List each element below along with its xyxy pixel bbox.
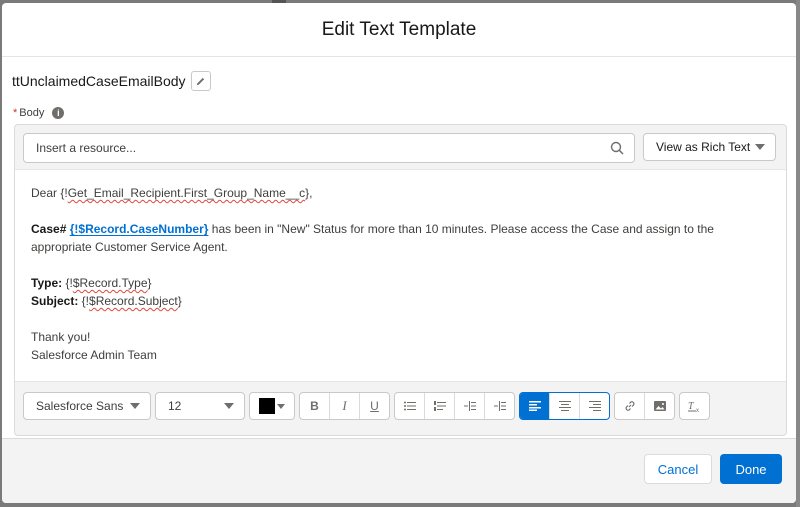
outdent-icon: [493, 401, 506, 411]
modal-body: ttUnclaimedCaseEmailBody * Body i View a…: [2, 57, 796, 439]
font-size-select[interactable]: 12: [155, 392, 245, 420]
formatting-toolbar: Salesforce Sans 12 B I U T x: [23, 391, 714, 421]
closing-line: Thank you!: [31, 330, 91, 344]
font-family-select[interactable]: Salesforce Sans: [23, 392, 151, 420]
resource-search-input[interactable]: [24, 140, 606, 156]
editor-content[interactable]: Dear {!Get_Email_Recipient.First_Group_N…: [15, 169, 786, 382]
info-icon[interactable]: i: [52, 107, 65, 119]
clear-formatting-icon: Tx: [687, 401, 699, 412]
align-left-icon: [528, 401, 541, 411]
text-color-button[interactable]: [249, 392, 295, 420]
svg-text:x: x: [696, 408, 699, 412]
numbered-list-button[interactable]: [425, 393, 455, 419]
align-right-icon: [588, 401, 601, 411]
modal-footer: Cancel Done: [2, 438, 796, 503]
merge-field: $Record.Type: [72, 276, 148, 290]
done-button[interactable]: Done: [720, 454, 782, 484]
align-center-button[interactable]: [550, 393, 580, 419]
image-button[interactable]: [645, 393, 674, 419]
indent-icon: [463, 401, 476, 411]
link-button[interactable]: [615, 393, 645, 419]
modal-header: Edit Text Template: [2, 3, 796, 57]
view-mode-select[interactable]: View as Rich Text: [643, 133, 776, 161]
case-paragraph: Case# {!$Record.CaseNumber} has been in …: [31, 222, 714, 254]
clear-formatting-button[interactable]: Tx: [680, 393, 709, 419]
chevron-down-icon: [130, 403, 140, 409]
pencil-icon: [196, 77, 205, 85]
template-api-name: ttUnclaimedCaseEmailBody: [12, 73, 186, 89]
merge-field: Get_Email_Recipient.First_Group_Name__c: [67, 186, 306, 200]
outdent-button[interactable]: [485, 393, 514, 419]
align-left-button[interactable]: [520, 393, 550, 419]
search-icon[interactable]: [606, 137, 628, 159]
signature-line: Salesforce Admin Team: [31, 348, 157, 362]
insert-group: [614, 392, 675, 420]
underline-button[interactable]: U: [360, 393, 389, 419]
subject-line: Subject: {!$Record.Subject}: [31, 294, 182, 308]
list-group: [394, 392, 515, 420]
edit-name-button[interactable]: [190, 71, 211, 91]
align-right-button[interactable]: [580, 393, 609, 419]
backdrop-edge: [796, 0, 800, 507]
align-center-icon: [558, 401, 571, 411]
chevron-down-icon: [277, 403, 285, 409]
view-mode-value: View as Rich Text: [656, 140, 751, 154]
rich-text-editor: View as Rich Text Dear {!Get_Email_Recip…: [14, 124, 787, 436]
greeting-line: Dear {!Get_Email_Recipient.First_Group_N…: [31, 186, 313, 200]
chevron-down-icon: [755, 144, 765, 150]
cancel-button[interactable]: Cancel: [644, 454, 712, 484]
italic-button[interactable]: I: [330, 393, 360, 419]
template-name-row: ttUnclaimedCaseEmailBody: [12, 71, 211, 91]
resource-search: [23, 133, 635, 163]
merge-field-link[interactable]: {!$Record.CaseNumber}: [70, 222, 209, 236]
edit-text-template-modal: Edit Text Template ttUnclaimedCaseEmailB…: [2, 3, 796, 503]
merge-field: $Record.Subject: [89, 294, 178, 308]
text-style-group: B I U: [299, 392, 390, 420]
required-marker: *: [13, 107, 18, 119]
indent-button[interactable]: [455, 393, 485, 419]
color-swatch: [259, 398, 275, 414]
body-label: * Body i: [13, 107, 65, 119]
type-line: Type: {!$Record.Type}: [31, 276, 152, 290]
clear-group: Tx: [679, 392, 710, 420]
body-label-text: Body: [19, 107, 45, 119]
bold-button[interactable]: B: [300, 393, 330, 419]
alignment-group: [519, 392, 610, 420]
case-label: Case#: [31, 222, 67, 236]
link-icon: [625, 401, 634, 411]
chevron-down-icon: [224, 403, 234, 409]
numbered-list-icon: [433, 401, 446, 411]
bulleted-list-button[interactable]: [395, 393, 425, 419]
svg-text:T: T: [688, 401, 695, 412]
bulleted-list-icon: [403, 401, 416, 411]
image-icon: [653, 401, 666, 411]
modal-title: Edit Text Template: [321, 18, 477, 40]
